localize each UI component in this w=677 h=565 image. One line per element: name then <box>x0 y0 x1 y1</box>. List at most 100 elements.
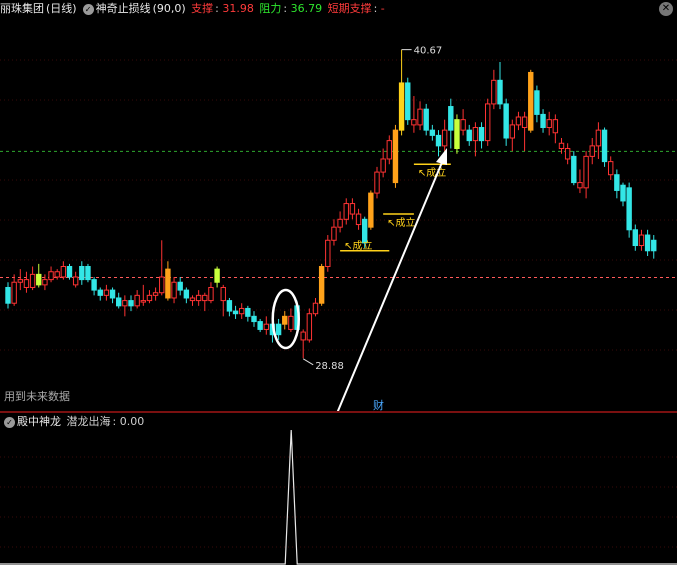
sub-indicator-toggle-icon[interactable]: ✓ <box>4 416 15 428</box>
candle-body <box>177 281 183 291</box>
candle-body <box>152 292 159 296</box>
candle-body <box>651 239 657 252</box>
candle-body <box>275 323 282 336</box>
candle-body <box>343 203 349 220</box>
candle-body <box>362 218 368 244</box>
candle-body <box>601 129 608 163</box>
candle-body <box>546 119 552 129</box>
finance-marker: 财 <box>373 398 384 412</box>
candle-body <box>79 266 85 281</box>
candle-body <box>417 108 423 126</box>
candle-body <box>491 79 497 105</box>
sub-header: ✓ 殿中神龙 潜龙出海: 0.00 <box>0 413 146 431</box>
candle-body <box>220 286 226 302</box>
candle-body <box>318 266 325 304</box>
candle-body <box>60 266 67 278</box>
candle-body <box>515 116 522 126</box>
candle-body <box>263 323 270 330</box>
candle-body <box>405 82 411 121</box>
short-support-value: - <box>380 2 385 15</box>
candle-body <box>325 239 331 268</box>
candle-body <box>140 300 147 303</box>
candle-body <box>472 127 479 142</box>
indicator-toggle-icon[interactable]: ✓ <box>82 3 94 15</box>
candle-body <box>103 289 110 296</box>
candle-body <box>122 300 128 307</box>
candle-body <box>632 229 638 247</box>
candle-body <box>36 273 42 286</box>
candle-body <box>583 155 589 189</box>
close-icon[interactable]: ✕ <box>659 2 673 16</box>
candle-body <box>195 294 202 302</box>
candle-body <box>454 119 460 149</box>
candle-body <box>171 281 177 299</box>
candle-body <box>478 127 485 142</box>
candle-body <box>134 294 140 307</box>
candle-body <box>17 279 24 283</box>
indicator-name[interactable]: 神奇止损线 <box>96 2 151 15</box>
candle-body <box>466 129 472 142</box>
candle-body <box>540 113 546 129</box>
main-chart-panel[interactable]: 40.67 28.88 ↖成立 ↖成立 ↖成立财 丽珠集团 (日线) ✓ 神奇止损线 (90,0… <box>0 0 677 412</box>
candle-body <box>208 286 214 302</box>
candle-body <box>411 119 417 126</box>
candle-body <box>423 108 429 131</box>
candle-body <box>441 129 448 147</box>
candle-body <box>485 103 491 142</box>
candle-body <box>380 158 386 173</box>
candle-body <box>226 300 233 312</box>
candle-body <box>589 145 595 157</box>
candle-body <box>183 289 190 299</box>
candle-body <box>558 142 565 149</box>
candle-body <box>337 218 343 228</box>
future-data-note: 用到未来数据 <box>4 390 70 403</box>
output-label: 潜龙出海 <box>66 415 111 428</box>
trend-arrow-head <box>436 148 447 165</box>
indicator-params: (90,0) <box>152 2 186 15</box>
low-price-label: 28.88 <box>315 361 344 372</box>
candle-body <box>42 279 48 286</box>
resistance-label: 阻力 <box>259 2 282 15</box>
short-support-label: 短期支撑 <box>327 2 372 15</box>
established-1-label: ↖成立 <box>344 239 372 252</box>
support-value: 31.98 <box>222 2 254 15</box>
sub-chart-panel[interactable]: ✓ 殿中神龙 潜龙出海: 0.00 <box>0 412 677 565</box>
candle-body <box>331 226 337 241</box>
candle-body <box>614 174 620 191</box>
signal-line <box>0 429 677 565</box>
sub-indicator-name[interactable]: 殿中神龙 <box>17 415 61 428</box>
low-marker-line <box>302 358 314 366</box>
candle-body <box>571 155 577 184</box>
candle-body <box>300 331 306 341</box>
candle-body <box>552 119 559 134</box>
candle-body <box>503 103 509 139</box>
candle-body <box>509 124 516 139</box>
candle-body <box>564 147 571 160</box>
candle-body <box>282 315 288 325</box>
candle-body <box>146 294 153 302</box>
candle-body <box>85 266 91 281</box>
candle-body <box>245 307 251 317</box>
candle-body <box>116 297 122 307</box>
trend-arrow-line <box>336 159 444 412</box>
candle-body <box>109 289 116 299</box>
candle-body <box>595 129 602 147</box>
candle-body <box>644 234 651 252</box>
candle-body <box>608 161 614 176</box>
candle-body <box>48 271 54 281</box>
candle-body <box>202 294 208 302</box>
high-price-label: 40.67 <box>414 46 443 57</box>
candle-body <box>23 279 30 288</box>
candle-body <box>368 192 374 228</box>
candle-body <box>534 90 540 115</box>
candle-body <box>374 171 380 194</box>
candlestick-chart: 40.67 28.88 ↖成立 ↖成立 ↖成立财 <box>0 46 677 412</box>
main-header: 丽珠集团 (日线) ✓ 神奇止损线 (90,0) 支撑: 31.98 阻力: 36.79… <box>0 2 385 15</box>
established-2-label: ↖成立 <box>387 216 415 229</box>
candle-body <box>349 203 356 215</box>
candle-body <box>626 187 632 231</box>
output-value: 0.00 <box>119 415 145 428</box>
candle-body <box>66 266 73 278</box>
candle-body <box>312 302 319 315</box>
candle-body <box>239 307 245 315</box>
